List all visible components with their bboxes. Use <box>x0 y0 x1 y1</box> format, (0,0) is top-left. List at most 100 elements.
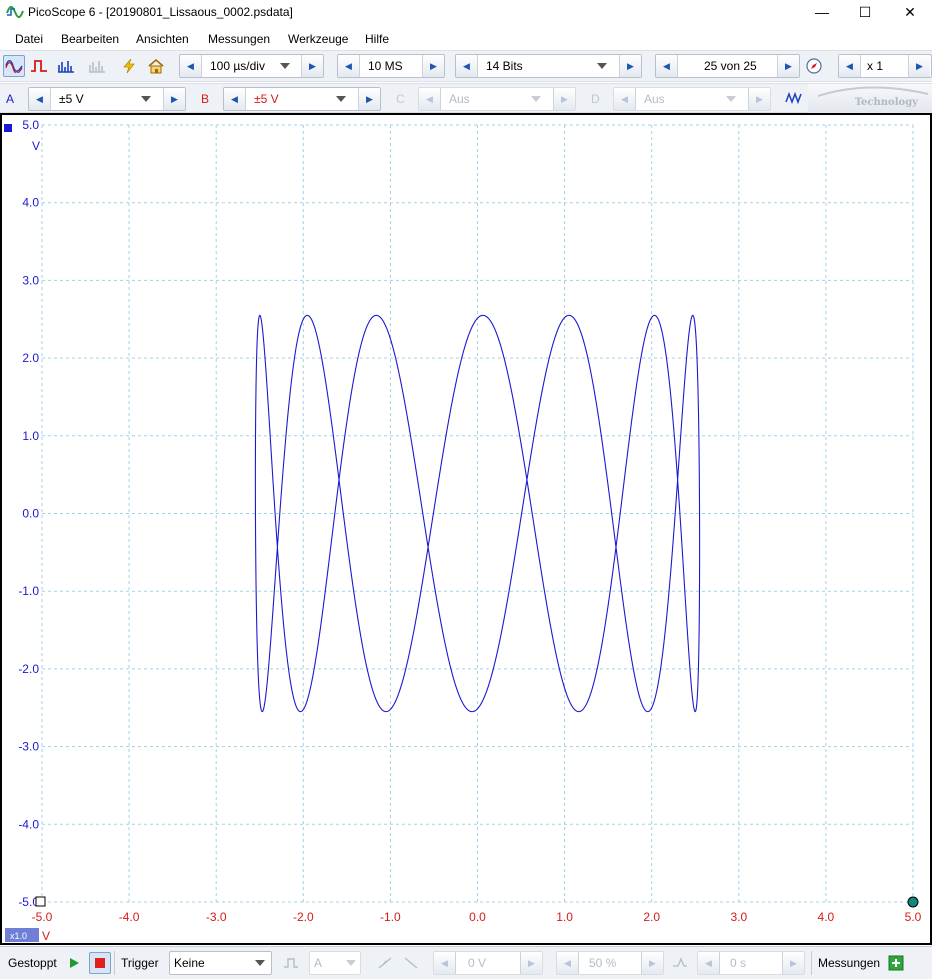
channel-b-range-select[interactable]: ◀ ±5 V ▶ <box>223 87 381 111</box>
close-button[interactable]: ✕ <box>888 0 932 25</box>
y-tick-label: -4.0 <box>18 817 39 831</box>
start-button[interactable] <box>63 952 85 974</box>
y-tick-label: 2.0 <box>22 351 39 365</box>
channel-c-label[interactable]: C <box>396 92 405 106</box>
channel-a-decrease-button[interactable]: ◀ <box>29 88 51 110</box>
trigger-level-control: ◀ 0 V ▶ <box>433 951 543 975</box>
pre-trigger-value: 50 % <box>589 956 617 970</box>
persistence-mode-icon[interactable] <box>28 55 50 77</box>
y-tick-label: 5.0 <box>22 118 39 132</box>
home-icon[interactable] <box>145 55 167 77</box>
chevron-down-icon <box>141 96 151 102</box>
ruler-handle-icon[interactable] <box>907 896 919 908</box>
menu-edit[interactable]: Bearbeiten <box>61 32 119 46</box>
origin-marker-icon[interactable] <box>35 896 46 907</box>
x-tick-label: -1.0 <box>380 910 401 924</box>
resolution-increase-button[interactable]: ▶ <box>619 55 641 77</box>
timebase-increase-button[interactable]: ▶ <box>301 55 323 77</box>
samples-decrease-button[interactable]: ◀ <box>338 55 360 77</box>
trigger-mode-value: Keine <box>174 956 205 970</box>
channel-b-decrease-button[interactable]: ◀ <box>224 88 246 110</box>
auto-setup-icon[interactable] <box>118 55 140 77</box>
timebase-decrease-button[interactable]: ◀ <box>180 55 202 77</box>
chevron-down-icon <box>726 96 736 102</box>
chevron-down-icon <box>531 96 541 102</box>
measurements-label: Messungen <box>818 956 881 970</box>
separator <box>811 951 812 975</box>
resolution-select[interactable]: ◀ 14 Bits ▶ <box>455 54 642 78</box>
channel-d-range: Aus <box>644 92 665 106</box>
channel-a-marker-icon[interactable] <box>4 124 12 132</box>
trigger-delay-increase-button: ▶ <box>782 952 804 974</box>
channel-c-range: Aus <box>449 92 470 106</box>
compass-icon[interactable] <box>803 55 825 77</box>
zoom-decrease-button[interactable]: ◀ <box>839 55 861 77</box>
samples-value: 10 MS <box>368 59 403 73</box>
main-toolbar: ◀ 100 µs/div ▶ ◀ 10 MS ▶ ◀ 14 Bits ▶ ◀ 2… <box>0 50 932 82</box>
channel-c-increase-button: ▶ <box>553 88 575 110</box>
picoscope-logo-icon <box>6 5 24 19</box>
menu-bar: Datei Bearbeiten Ansichten Messungen Wer… <box>0 28 932 50</box>
zoom-select[interactable]: ◀ x 1 ▶ <box>838 54 932 78</box>
chevron-down-icon <box>346 960 356 966</box>
menu-file[interactable]: Datei <box>15 32 43 46</box>
grid <box>41 124 914 903</box>
menu-tools[interactable]: Werkzeuge <box>288 32 348 46</box>
scope-mode-icon[interactable] <box>3 55 25 77</box>
trigger-mode-select[interactable]: Keine <box>169 951 272 975</box>
spectrum-disabled-icon <box>86 55 108 77</box>
scope-view[interactable]: 5.0 4.0 3.0 2.0 1.0 0.0 -1.0 -2.0 -3.0 -4.0 -5.0 -… <box>0 113 932 945</box>
timebase-select[interactable]: ◀ 100 µs/div ▶ <box>179 54 324 78</box>
channel-b-increase-button[interactable]: ▶ <box>358 88 380 110</box>
chevron-down-icon <box>597 63 607 69</box>
x-axis: -5.0 -4.0 -3.0 -2.0 -1.0 0.0 1.0 2.0 3.0 4.0 5.0 <box>32 910 922 924</box>
channel-d-label[interactable]: D <box>591 92 600 106</box>
samples-select[interactable]: ◀ 10 MS ▶ <box>337 54 445 78</box>
signal-generator-icon[interactable] <box>783 87 805 109</box>
y-unit-label: V <box>32 139 40 153</box>
stop-button[interactable] <box>89 952 111 974</box>
window-title: PicoScope 6 - [20190801_Lissaous_0002.ps… <box>28 5 293 19</box>
menu-measurements[interactable]: Messungen <box>208 32 270 46</box>
status-bar: Gestoppt Trigger Keine A ◀ 0 V ▶ ◀ 50 % … <box>0 946 932 979</box>
trigger-level-increase-button: ▶ <box>520 952 542 974</box>
maximize-button[interactable]: ☐ <box>843 0 887 25</box>
buffer-navigator[interactable]: ◀ 25 von 25 ▶ <box>655 54 800 78</box>
y-tick-label: 0.0 <box>22 507 39 521</box>
channel-c-range-select[interactable]: ◀ Aus ▶ <box>418 87 576 111</box>
buffer-previous-button[interactable]: ◀ <box>656 55 678 77</box>
channel-a-range-select[interactable]: ◀ ±5 V ▶ <box>28 87 186 111</box>
pre-trigger-control: ◀ 50 % ▶ <box>556 951 664 975</box>
x-tick-label: 5.0 <box>905 910 922 924</box>
channel-a-range: ±5 V <box>59 92 84 106</box>
x-tick-label: 0.0 <box>469 910 486 924</box>
channel-b-label[interactable]: B <box>201 92 209 106</box>
buffer-next-button[interactable]: ▶ <box>777 55 799 77</box>
resolution-decrease-button[interactable]: ◀ <box>456 55 478 77</box>
x-tick-label: -5.0 <box>32 910 53 924</box>
trigger-delay-icon <box>669 952 691 974</box>
pico-logo-area: Technology <box>808 84 932 113</box>
falling-edge-icon <box>400 952 422 974</box>
x-tick-label: -3.0 <box>206 910 227 924</box>
trigger-level-decrease-button: ◀ <box>434 952 456 974</box>
xy-plot[interactable]: 5.0 4.0 3.0 2.0 1.0 0.0 -1.0 -2.0 -3.0 -4.0 -5.0 -… <box>2 115 930 943</box>
resolution-value: 14 Bits <box>486 59 523 73</box>
x-tick-label: -4.0 <box>119 910 140 924</box>
minimize-button[interactable]: — <box>800 0 844 25</box>
x-unit-label: V <box>42 929 50 943</box>
y-tick-label: 3.0 <box>22 273 39 287</box>
rising-edge-icon <box>374 952 396 974</box>
zoom-increase-button[interactable]: ▶ <box>908 55 930 77</box>
trigger-delay-value: 0 s <box>730 956 747 970</box>
x-tick-label: 3.0 <box>730 910 747 924</box>
menu-help[interactable]: Hilfe <box>365 32 389 46</box>
channel-d-range-select[interactable]: ◀ Aus ▶ <box>613 87 771 111</box>
samples-increase-button[interactable]: ▶ <box>422 55 444 77</box>
menu-views[interactable]: Ansichten <box>136 32 189 46</box>
add-measurement-button[interactable] <box>885 952 907 974</box>
channel-toolbar: A ◀ ±5 V ▶ B ◀ ±5 V ▶ C ◀ Aus ▶ D ◀ Aus … <box>0 83 932 113</box>
channel-a-increase-button[interactable]: ▶ <box>163 88 185 110</box>
spectrum-mode-icon[interactable] <box>55 55 77 77</box>
channel-a-label[interactable]: A <box>6 92 14 106</box>
